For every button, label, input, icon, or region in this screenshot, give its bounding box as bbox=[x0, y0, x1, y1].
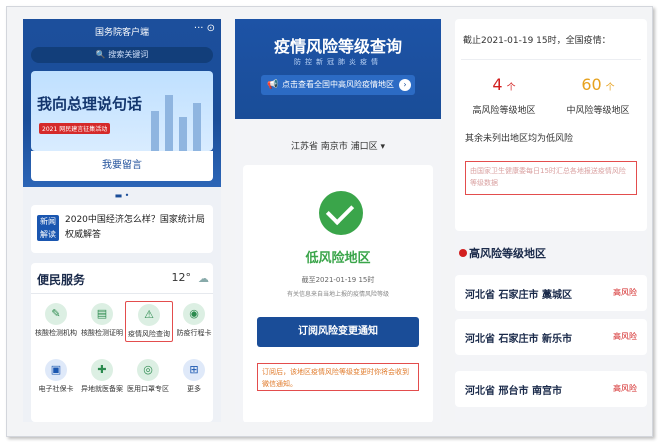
high-risk-area-item[interactable]: 河北省 邢台市 南宫市 高风险 bbox=[455, 371, 647, 407]
building-graphic bbox=[151, 111, 159, 151]
subscribe-hint: 订阅后，该地区疫情风险等级变更时你将会收到微信通知。 bbox=[257, 363, 419, 391]
service-nucleic-agency[interactable]: ✎ 核酸检测机构 bbox=[33, 303, 79, 338]
location-selector[interactable]: 江苏省 南京市 浦口区 ▾ bbox=[235, 139, 441, 152]
national-status-panel: 截止2021-01-19 15时，全国疫情： 4个 60 个 高风险等级地区 中风… bbox=[455, 19, 647, 422]
high-risk-label: 高风险等级地区 bbox=[472, 106, 536, 116]
chevron-right-icon: › bbox=[399, 79, 411, 91]
screenshot-frame: 国务院客户端 ··· ⊙ 🔍 搜索关键词 我向总理说句话 2021 网民建言征集… bbox=[6, 6, 653, 437]
risk-query-panel: 疫情风险等级查询 防控新冠肺炎疫情 📢 点击查看全国中高风险疫情地区 › 江苏省… bbox=[235, 19, 441, 422]
services-title: 便民服务 bbox=[37, 273, 86, 287]
divider bbox=[31, 293, 213, 294]
stats-header: 截止2021-01-19 15时，全国疫情： bbox=[463, 36, 611, 46]
more-grid-icon: ⊞ bbox=[183, 359, 205, 381]
red-dot-icon bbox=[459, 249, 467, 257]
divider bbox=[461, 59, 641, 60]
news-tag: 新闻解读 bbox=[37, 215, 59, 241]
location-pin-icon: ◉ bbox=[183, 303, 205, 325]
cutoff-time: 截至2021-01-19 15时 bbox=[301, 276, 375, 284]
search-placeholder: 搜索关键词 bbox=[108, 50, 149, 59]
service-mask[interactable]: ◎ 医用口罩专区 bbox=[125, 359, 171, 394]
area-name: 河北省 邢台市 南宫市 bbox=[465, 386, 562, 397]
mask-icon: ◎ bbox=[137, 359, 159, 381]
view-high-risk-banner[interactable]: 📢 点击查看全国中高风险疫情地区 › bbox=[261, 75, 415, 95]
risk-result-card: 低风险地区 截至2021-01-19 15时 有关信息来自当地上报的疫情风险等级… bbox=[243, 165, 433, 422]
app-title: 国务院客户端 bbox=[94, 28, 149, 38]
high-risk-area-item[interactable]: 河北省 石家庄市 藁城区 高风险 bbox=[455, 275, 647, 311]
building-graphic bbox=[179, 117, 187, 151]
leave-message-button[interactable]: 我要留言 bbox=[31, 151, 213, 181]
area-name: 河北省 石家庄市 新乐市 bbox=[465, 334, 572, 345]
area-name: 河北省 石家庄市 藁城区 bbox=[465, 290, 572, 301]
news-text: 2020中国经济怎么样？国家统计局权威解答 bbox=[65, 215, 205, 240]
warning-icon: ⚠ bbox=[138, 304, 160, 326]
area-level: 高风险 bbox=[613, 384, 637, 393]
data-source-note: 由国家卫生健康委每日15时汇总各地报送疫情风险等级数据 bbox=[465, 161, 637, 195]
banner-subtitle: 2021 网民建言征集活动 bbox=[39, 123, 111, 134]
data-note: 有关信息来自当地上报的疫情风险等级 bbox=[286, 291, 389, 298]
national-stats-card: 截止2021-01-19 15时，全国疫情： 4个 60 个 高风险等级地区 中风… bbox=[455, 19, 647, 231]
news-card[interactable]: 新闻解读 2020中国经济怎么样？国家统计局权威解答 bbox=[31, 205, 213, 253]
mid-risk-label: 中风险等级地区 bbox=[566, 106, 630, 116]
social-card-icon: ▣ bbox=[45, 359, 67, 381]
cloud-icon: ☁ bbox=[198, 272, 209, 285]
page-title: 疫情风险等级查询 bbox=[273, 37, 402, 56]
building-graphic bbox=[165, 95, 173, 151]
low-risk-text: 其余未列出地区均为低风险 bbox=[465, 134, 574, 144]
service-social-card[interactable]: ▣ 电子社保卡 bbox=[33, 359, 79, 394]
miniapp-controls[interactable]: ··· ⊙ bbox=[194, 23, 215, 34]
service-travel-card[interactable]: ◉ 防疫行程卡 bbox=[171, 303, 217, 338]
service-risk-query[interactable]: ⚠ 疫情风险查询 bbox=[125, 301, 173, 342]
mid-risk-count: 60 个 bbox=[581, 75, 615, 94]
area-level: 高风险 bbox=[613, 288, 637, 297]
services-section: 便民服务 12° ☁ ✎ 核酸检测机构 ▤ 核酸检测证明 ⚠ 疫情风险查询 ◉ 防疫行程… bbox=[31, 263, 213, 422]
service-nucleic-cert[interactable]: ▤ 核酸检测证明 bbox=[79, 303, 125, 338]
carousel-dots: ▬ • bbox=[114, 191, 130, 200]
temperature: 12° bbox=[171, 271, 192, 284]
high-risk-area-item[interactable]: 河北省 石家庄市 新乐市 高风险 bbox=[455, 319, 647, 355]
banner-text: 点击查看全国中高风险疫情地区 bbox=[282, 80, 394, 89]
page-subtitle: 防控新冠肺炎疫情 bbox=[294, 58, 382, 66]
app-home-panel: 国务院客户端 ··· ⊙ 🔍 搜索关键词 我向总理说句话 2021 网民建言征集… bbox=[23, 19, 221, 422]
medical-icon: ✚ bbox=[91, 359, 113, 381]
service-more[interactable]: ⊞ 更多 bbox=[171, 359, 217, 394]
subscribe-button[interactable]: 订阅风险变更通知 bbox=[257, 317, 419, 347]
search-input[interactable]: 🔍 搜索关键词 bbox=[31, 47, 213, 63]
high-risk-count: 4个 bbox=[492, 75, 516, 94]
banner-carousel[interactable]: 我向总理说句话 2021 网民建言征集活动 bbox=[31, 71, 213, 151]
search-icon: 🔍 bbox=[95, 50, 109, 59]
risk-query-header: 疫情风险等级查询 防控新冠肺炎疫情 📢 点击查看全国中高风险疫情地区 › bbox=[235, 19, 441, 119]
service-medical[interactable]: ✚ 异地就医备案 bbox=[79, 359, 125, 394]
banner-slogan: 我向总理说句话 bbox=[37, 95, 143, 113]
area-level: 高风险 bbox=[613, 332, 637, 341]
test-tube-icon: ✎ bbox=[45, 303, 67, 325]
check-icon bbox=[319, 191, 363, 235]
building-graphic bbox=[193, 103, 201, 151]
certificate-icon: ▤ bbox=[91, 303, 113, 325]
risk-level: 低风险地区 bbox=[305, 251, 371, 266]
speaker-icon: 📢 bbox=[267, 80, 279, 90]
high-risk-section-title: 高风险等级地区 bbox=[459, 245, 546, 261]
